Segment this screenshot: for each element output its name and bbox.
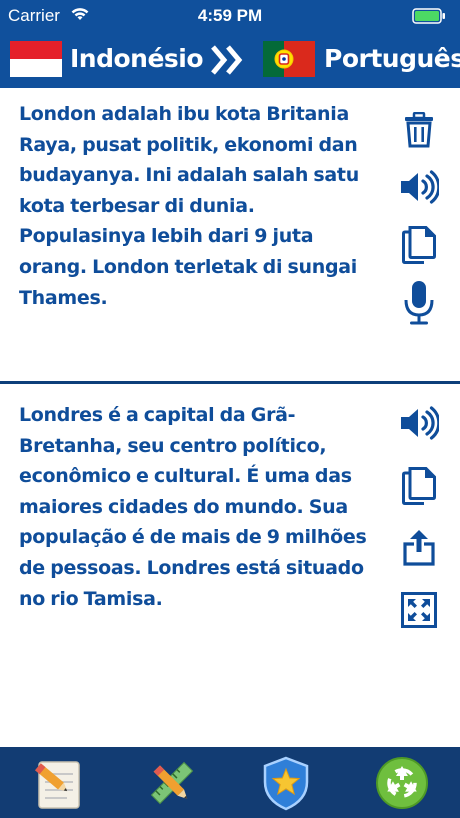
speaker-icon[interactable] [397,401,441,445]
recycle-icon[interactable] [372,753,432,813]
source-text-panel[interactable]: London adalah ibu kota Britania Raya, pu… [0,88,460,382]
star-shield-icon[interactable] [256,753,316,813]
source-language-button[interactable]: Indonésio [70,44,204,73]
target-language-button[interactable]: Português [324,44,460,73]
copy-icon[interactable] [397,223,441,267]
translation-panel[interactable]: Londres é a capital da Grã-Bretanha, seu… [0,385,460,747]
speaker-icon[interactable] [397,165,441,209]
portugal-flag-icon[interactable] [263,41,315,81]
bottom-tab-bar [0,747,460,818]
ruler-pencil-icon[interactable] [142,753,202,813]
copy-icon[interactable] [397,464,441,508]
language-bar: Indonésio Português [0,32,460,88]
status-bar: Carrier 4:59 PM [0,0,460,32]
source-text[interactable]: London adalah ibu kota Britania Raya, pu… [19,99,379,313]
panel-divider [0,381,460,384]
battery-icon [412,8,446,29]
translation-text[interactable]: Londres é a capital da Grã-Bretanha, seu… [19,400,379,614]
share-icon[interactable] [397,525,441,569]
clock: 4:59 PM [197,6,263,25]
indonesia-flag-icon[interactable] [10,41,62,81]
notepad-pencil-icon[interactable] [28,753,88,813]
microphone-icon[interactable] [397,281,441,325]
fullscreen-icon[interactable] [397,588,441,632]
double-chevron-right-icon[interactable] [210,44,248,80]
trash-icon[interactable] [397,108,441,152]
